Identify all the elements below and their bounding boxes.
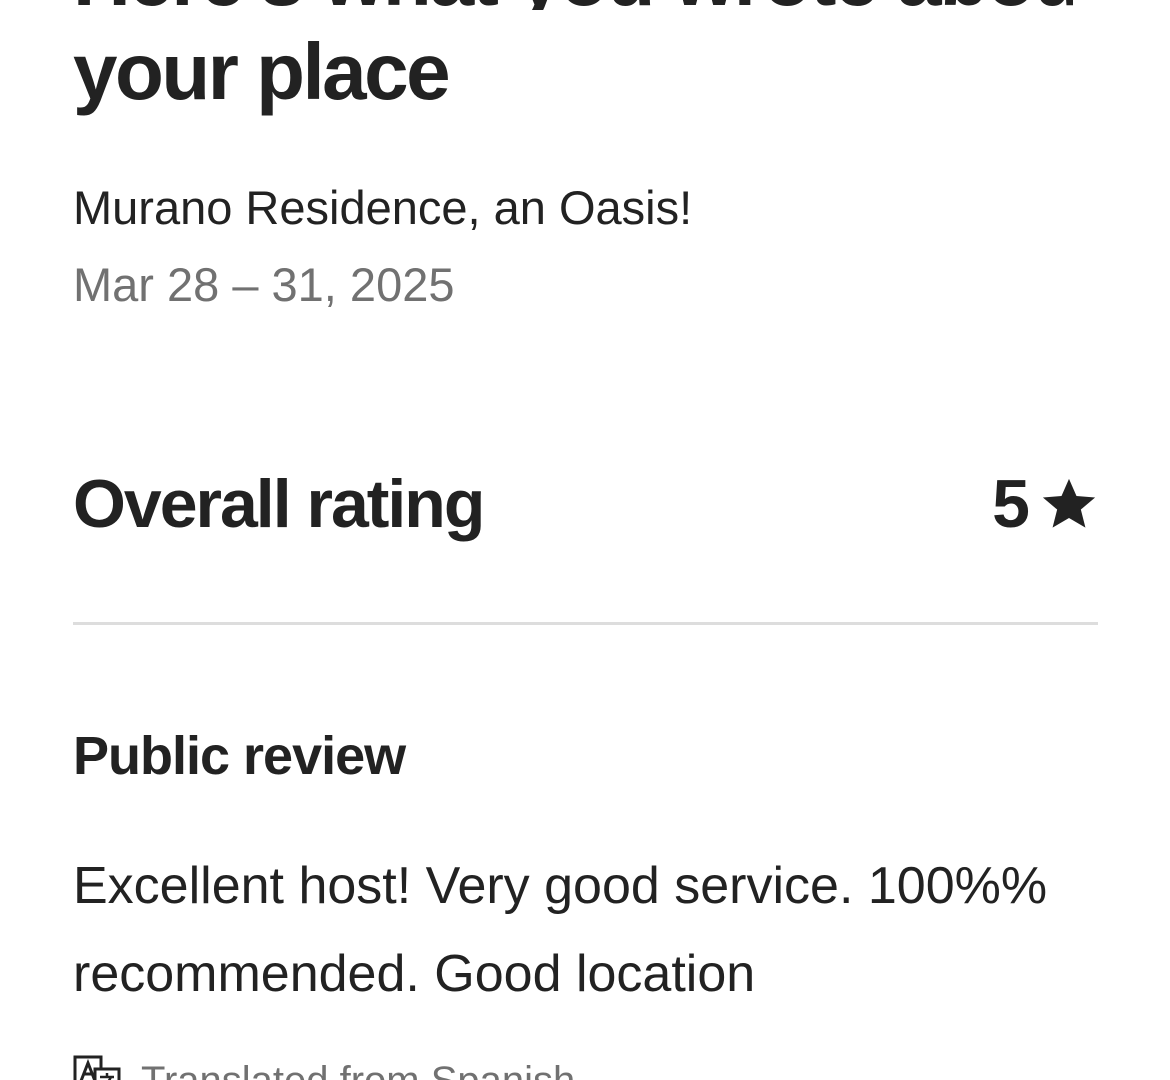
translate-icon bbox=[73, 1055, 121, 1080]
page-title-line-1: Here's what you wrote about bbox=[73, 0, 1073, 10]
stay-dates: Mar 28 – 31, 2025 bbox=[73, 258, 455, 311]
translation-notice[interactable]: Translated from Spanish bbox=[73, 1055, 575, 1080]
public-review-title: Public review bbox=[73, 726, 406, 786]
listing-name: Murano Residence, an Oasis! bbox=[73, 181, 693, 234]
star-icon bbox=[1042, 478, 1096, 528]
overall-rating-label: Overall rating bbox=[73, 466, 485, 542]
overall-rating-row: Overall rating 5 bbox=[73, 462, 1098, 546]
page-title-line-2: your place bbox=[73, 27, 451, 116]
section-divider bbox=[73, 622, 1098, 625]
overall-rating-value: 5 bbox=[992, 466, 1030, 542]
translation-label: Translated from Spanish bbox=[141, 1061, 575, 1080]
public-review-text: Excellent host! Very good service. 100%%… bbox=[73, 857, 1048, 1003]
review-detail-page: Here's what you wrote about your place M… bbox=[0, 0, 1170, 1080]
title-first-line-clip: Here's what you wrote about bbox=[73, 0, 1073, 10]
overall-rating-value-group: 5 bbox=[992, 462, 1098, 546]
